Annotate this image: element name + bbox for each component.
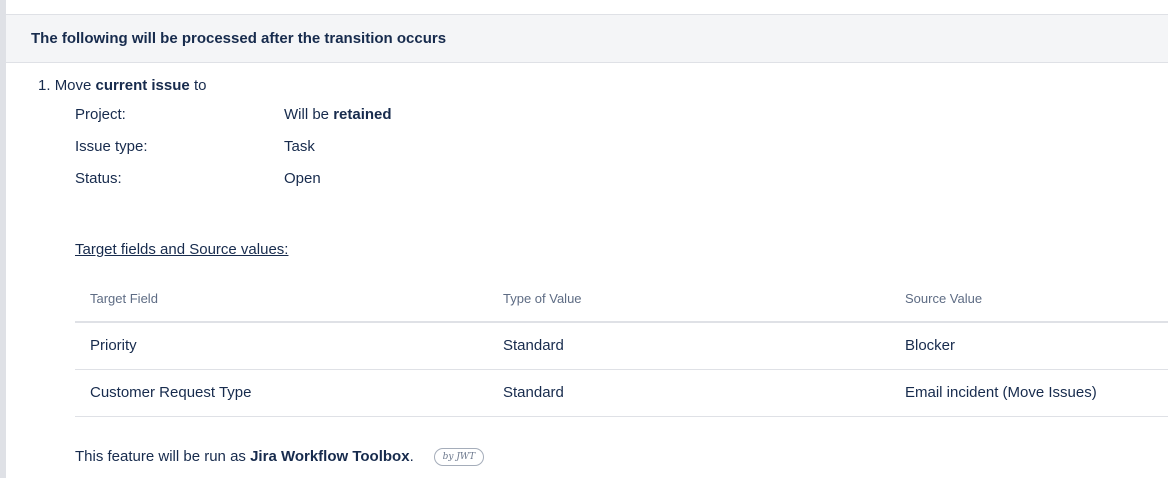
cell-type-of-value: Standard: [503, 337, 564, 354]
property-label: Issue type:: [75, 138, 148, 155]
step-target: current issue: [95, 77, 190, 94]
table-row: Priority Standard Blocker: [75, 323, 1168, 370]
property-row-issue-type: Issue type: Task: [75, 137, 315, 157]
property-value-text: Will be: [284, 106, 330, 123]
step-number: 1.: [38, 77, 51, 94]
cell-source-value: Blocker: [905, 337, 956, 354]
column-header-target-field: Target Field: [90, 291, 158, 306]
column-header-type-of-value: Type of Value: [503, 291, 582, 306]
property-value-bold: retained: [333, 106, 392, 123]
cell-source-value: Email incident (Move Issues): [905, 384, 1097, 401]
run-as-app-name: Jira Workflow Toolbox: [250, 448, 410, 465]
cell-type-of-value: Standard: [503, 384, 564, 401]
run-as-note: This feature will be run as Jira Workflo…: [75, 447, 484, 467]
section-title-target-fields: Target fields and Source values:: [75, 241, 289, 258]
property-row-status: Status: Open: [75, 169, 321, 189]
cell-target-field: Customer Request Type: [90, 384, 252, 401]
table-row: Customer Request Type Standard Email inc…: [75, 370, 1168, 417]
property-label: Project:: [75, 106, 126, 123]
column-header-source-value: Source Value: [905, 291, 983, 306]
panel-header: The following will be processed after th…: [6, 14, 1168, 63]
jwt-badge-icon: by JWT: [433, 448, 484, 467]
property-label: Status:: [75, 170, 122, 187]
post-function-panel: The following will be processed after th…: [0, 0, 1168, 478]
cell-target-field: Priority: [90, 337, 137, 354]
step-suffix: to: [193, 77, 207, 94]
property-value: Will be retained: [284, 106, 392, 123]
run-as-period: .: [409, 448, 414, 465]
field-mapping-table: Target Field Type of Value Source Value …: [75, 277, 1168, 417]
step-text: Move: [54, 77, 92, 94]
run-as-text: This feature will be run as: [75, 448, 246, 465]
property-value: Open: [284, 170, 321, 187]
property-value: Task: [284, 138, 315, 155]
table-header-row: Target Field Type of Value Source Value: [75, 277, 1168, 323]
property-row-project: Project: Will be retained: [75, 105, 392, 125]
step-item: 1. Move current issue to: [38, 76, 206, 96]
